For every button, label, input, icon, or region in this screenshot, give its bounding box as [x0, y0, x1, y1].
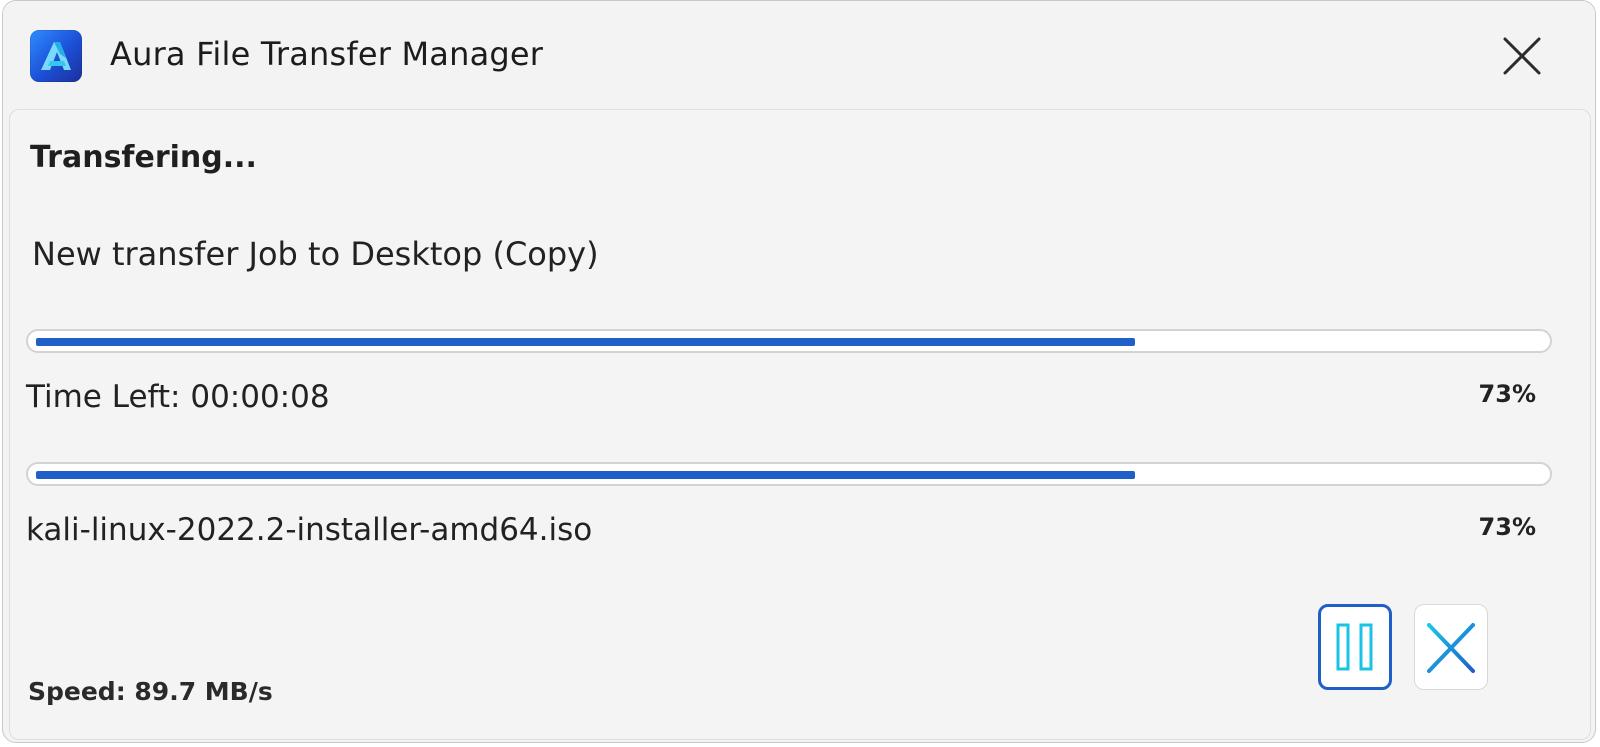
overall-percent: 73%: [1478, 380, 1536, 408]
transfer-dialog-window: Aura File Transfer Manager Transfering..…: [2, 0, 1596, 743]
file-progress-fill: [36, 471, 1135, 479]
close-icon[interactable]: [1499, 33, 1545, 79]
file-percent: 73%: [1478, 513, 1536, 541]
speed-label: Speed: 89.7 MB/s: [28, 677, 273, 706]
title-bar[interactable]: Aura File Transfer Manager: [3, 1, 1595, 109]
transfer-panel: Transfering... New transfer Job to Deskt…: [9, 109, 1591, 740]
cancel-icon: [1427, 623, 1475, 673]
overall-progress-fill: [36, 338, 1135, 346]
aura-logo-icon: [30, 30, 82, 82]
window-title: Aura File Transfer Manager: [110, 35, 544, 73]
job-description: New transfer Job to Desktop (Copy): [32, 235, 599, 273]
file-name: kali-linux-2022.2-installer-amd64.iso: [26, 512, 593, 548]
file-progress-bar: [26, 462, 1552, 486]
time-left-label: Time Left: 00:00:08: [26, 379, 330, 415]
overall-progress-bar: [26, 329, 1552, 353]
pause-button[interactable]: [1318, 604, 1392, 690]
cancel-button[interactable]: [1414, 604, 1488, 690]
pause-icon: [1336, 623, 1373, 671]
transfer-status: Transfering...: [30, 140, 257, 175]
